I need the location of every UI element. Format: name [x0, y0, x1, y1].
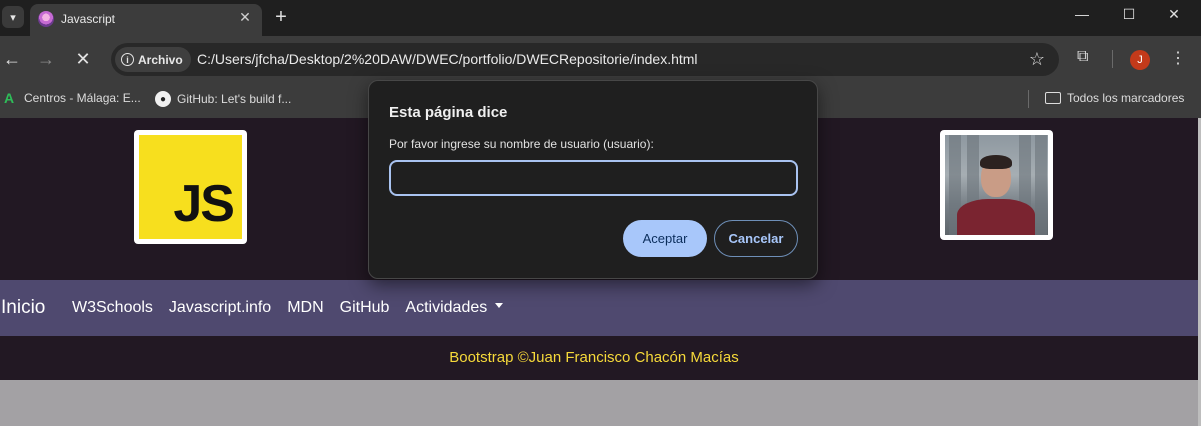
all-bookmarks-label: Todos los marcadores — [1067, 91, 1185, 105]
bookmark-star-icon[interactable]: ☆ — [1029, 49, 1045, 70]
back-button[interactable]: ← — [0, 48, 24, 70]
js-logo-text: JS — [173, 175, 235, 233]
profile-avatar[interactable]: J — [1130, 50, 1150, 70]
nav-link-javascript-info[interactable]: Javascript.info — [169, 299, 271, 317]
address-bar[interactable]: i Archivo C:/Users/jfcha/Desktop/2%20DAW… — [111, 43, 1059, 76]
new-tab-button[interactable]: + — [270, 6, 292, 28]
browser-toolbar: ← → ✕ i Archivo C:/Users/jfcha/Desktop/2… — [0, 36, 1201, 82]
site-navbar: Inicio W3Schools Javascript.info MDN Git… — [0, 280, 1198, 336]
menu-icon[interactable]: ⋮ — [1170, 48, 1186, 68]
username-input[interactable] — [389, 160, 798, 196]
maximize-button[interactable]: ☐ — [1114, 6, 1144, 23]
nav-link-github[interactable]: GitHub — [340, 299, 390, 317]
page-footer: Bootstrap ©Juan Francisco Chacón Macías — [0, 336, 1198, 380]
caret-down-icon — [495, 303, 504, 309]
chevron-down-icon: ▾ — [10, 11, 16, 24]
andalucia-icon: A — [4, 90, 15, 106]
bookmark-label: GitHub: Let's build f... — [177, 92, 292, 106]
nav-dropdown-actividades[interactable]: Actividades — [405, 299, 504, 317]
forward-button[interactable]: → — [34, 48, 58, 70]
tab-title: Javascript — [61, 12, 116, 26]
bookmark-item[interactable]: A Centros - Málaga: E... — [4, 91, 141, 105]
dialog-message: Por favor ingrese su nombre de usuario (… — [389, 137, 654, 151]
browser-title-bar: ▾ Javascript ✕ + — ☐ ✕ — [0, 0, 1201, 36]
dropdown-label: Actividades — [405, 299, 488, 316]
tab-close-icon[interactable]: ✕ — [236, 9, 254, 26]
nav-link-w3schools[interactable]: W3Schools — [72, 299, 153, 317]
prompt-dialog: Esta página dice Por favor ingrese su no… — [368, 80, 818, 279]
accept-button[interactable]: Aceptar — [623, 220, 707, 257]
bookmark-item[interactable]: ● GitHub: Let's build f... — [155, 91, 291, 107]
extensions-icon[interactable]: ⧉ — [1077, 48, 1088, 66]
folder-icon — [1045, 92, 1061, 104]
url-text[interactable]: C:/Users/jfcha/Desktop/2%20DAW/DWEC/port… — [197, 51, 698, 67]
footer-text: Bootstrap ©Juan Francisco Chacón Macías — [449, 349, 739, 366]
profile-photo — [940, 130, 1053, 240]
toolbar-divider — [1112, 50, 1113, 68]
info-icon: i — [121, 53, 134, 66]
site-info-chip[interactable]: i Archivo — [115, 47, 191, 72]
bookmarks-divider — [1028, 90, 1029, 108]
site-chip-label: Archivo — [138, 52, 183, 67]
minimize-button[interactable]: — — [1067, 6, 1097, 22]
dialog-title: Esta página dice — [389, 104, 508, 121]
stop-loading-button[interactable]: ✕ — [71, 48, 95, 70]
navbar-brand[interactable]: Inicio — [1, 297, 45, 319]
js-logo: JS — [134, 130, 247, 244]
github-icon: ● — [155, 91, 171, 107]
bookmark-label: Centros - Málaga: E... — [24, 91, 141, 105]
tab-favicon-icon — [38, 11, 54, 27]
tab-search-button[interactable]: ▾ — [2, 6, 24, 28]
close-window-button[interactable]: ✕ — [1159, 6, 1189, 23]
cancel-button[interactable]: Cancelar — [714, 220, 798, 257]
nav-link-mdn[interactable]: MDN — [287, 299, 323, 317]
browser-tab[interactable]: Javascript ✕ — [30, 4, 262, 36]
all-bookmarks-button[interactable]: Todos los marcadores — [1045, 91, 1184, 105]
